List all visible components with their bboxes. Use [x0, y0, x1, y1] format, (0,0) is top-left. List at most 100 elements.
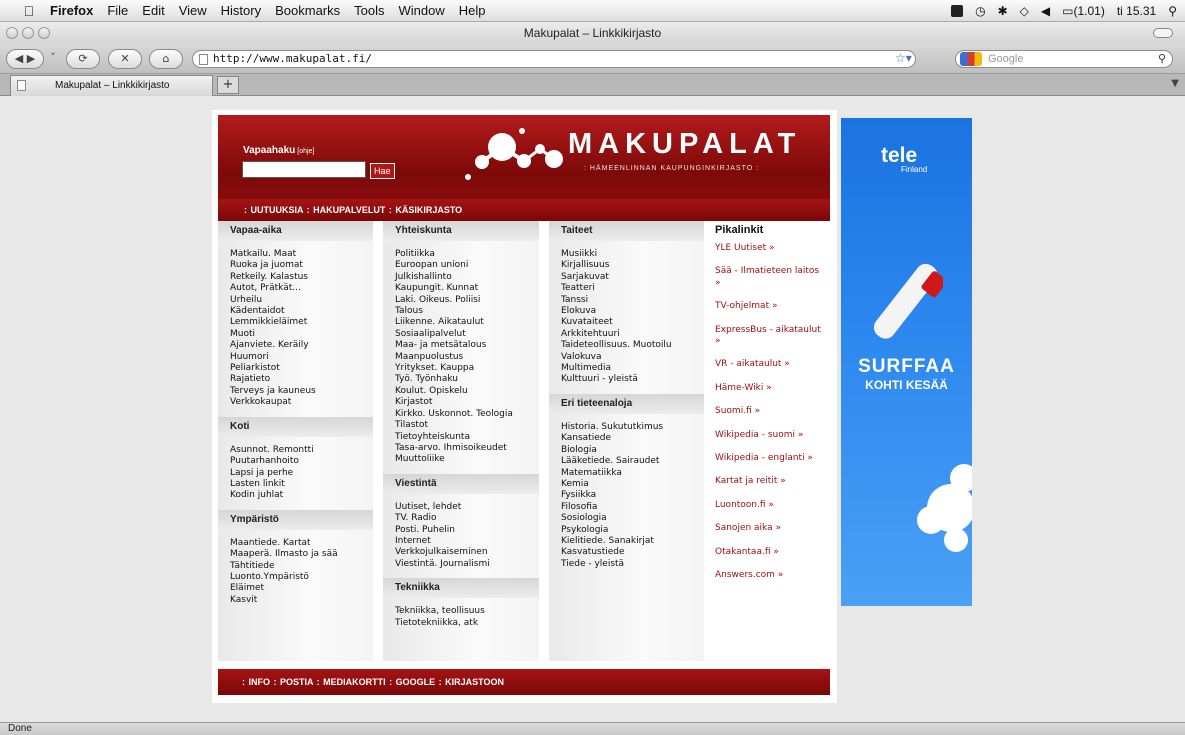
category-link[interactable]: Kädentaidot — [230, 306, 373, 317]
category-link[interactable]: Sarjakuvat — [561, 272, 704, 283]
category-link[interactable]: Tietotekniikka, atk — [395, 618, 539, 629]
category-link[interactable]: Arkkitehtuuri — [561, 329, 704, 340]
menu-window[interactable]: Window — [399, 3, 445, 18]
quick-link[interactable]: Wikipedia - suomi » — [715, 430, 824, 441]
category-link[interactable]: Lasten linkit — [230, 479, 373, 490]
minimize-button[interactable] — [22, 27, 34, 39]
category-link[interactable]: Talous — [395, 306, 539, 317]
category-link[interactable]: TV. Radio — [395, 513, 539, 524]
category-link[interactable]: Kemia — [561, 479, 704, 490]
category-link[interactable]: Laki. Oikeus. Poliisi — [395, 295, 539, 306]
search-field[interactable]: Google ⚲ — [955, 50, 1173, 68]
history-dropdown-icon[interactable]: ˅ — [48, 49, 58, 69]
category-link[interactable]: Verkkokaupat — [230, 397, 373, 408]
tab-list-icon[interactable]: ▼ — [1171, 78, 1179, 89]
quick-link[interactable]: Kartat ja reitit » — [715, 476, 824, 487]
menu-edit[interactable]: Edit — [142, 3, 164, 18]
category-link[interactable]: Valokuva — [561, 352, 704, 363]
category-link[interactable]: Viestintä. Journalismi — [395, 559, 539, 570]
category-link[interactable]: Biologia — [561, 445, 704, 456]
close-button[interactable] — [6, 27, 18, 39]
category-link[interactable]: Politiikka — [395, 249, 539, 260]
bluetooth-icon[interactable]: ✱ — [998, 4, 1008, 18]
category-link[interactable]: Eläimet — [230, 583, 373, 594]
spaces-icon[interactable] — [951, 5, 964, 17]
category-link[interactable]: Kaupungit. Kunnat — [395, 283, 539, 294]
battery-status[interactable]: ▭(1.01) — [1062, 4, 1105, 18]
category-link[interactable]: Terveys ja kauneus — [230, 386, 373, 397]
category-link[interactable]: Matematiikka — [561, 468, 704, 479]
category-link[interactable]: Musiikki — [561, 249, 704, 260]
category-link[interactable]: Tilastot — [395, 420, 539, 431]
search-icon[interactable]: ⚲ — [1158, 51, 1166, 67]
category-link[interactable]: Fysiikka — [561, 490, 704, 501]
category-link[interactable]: Kirjastot — [395, 397, 539, 408]
category-link[interactable]: Retkeily. Kalastus — [230, 272, 373, 283]
category-link[interactable]: Historia. Sukututkimus — [561, 422, 704, 433]
site-logo[interactable]: MAKUPALAT — [568, 128, 801, 161]
category-link[interactable]: Tähtitiede — [230, 561, 373, 572]
bookmark-star-icon[interactable]: ☆▾ — [895, 51, 912, 65]
menu-view[interactable]: View — [179, 3, 207, 18]
category-link[interactable]: Lapsi ja perhe — [230, 468, 373, 479]
category-link[interactable]: Asunnot. Remontti — [230, 445, 373, 456]
category-link[interactable]: Muuttoliike — [395, 454, 539, 465]
stop-icon[interactable]: ✕ — [108, 49, 142, 69]
category-link[interactable]: Urheilu — [230, 295, 373, 306]
category-link[interactable]: Peliarkistot — [230, 363, 373, 374]
category-link[interactable]: Maantiede. Kartat — [230, 538, 373, 549]
category-link[interactable]: Lemmikkieläimet — [230, 317, 373, 328]
category-link[interactable]: Rajatieto — [230, 374, 373, 385]
category-link[interactable]: Sosiaalipalvelut — [395, 329, 539, 340]
quick-link[interactable]: Häme-Wiki » — [715, 383, 824, 394]
menu-bookmarks[interactable]: Bookmarks — [275, 3, 340, 18]
category-link[interactable]: Kulttuuri - yleistä — [561, 374, 704, 385]
category-link[interactable]: Sosiologia — [561, 513, 704, 524]
quick-link[interactable]: Luontoon.fi » — [715, 500, 824, 511]
category-link[interactable]: Koulut. Opiskelu — [395, 386, 539, 397]
category-link[interactable]: Kirjallisuus — [561, 260, 704, 271]
category-link[interactable]: Julkishallinto — [395, 272, 539, 283]
category-link[interactable]: Internet — [395, 536, 539, 547]
category-link[interactable]: Puutarhanhoito — [230, 456, 373, 467]
category-link[interactable]: Lääketiede. Sairaudet — [561, 456, 704, 467]
category-link[interactable]: Kasvit — [230, 595, 373, 606]
menu-app[interactable]: Firefox — [50, 3, 93, 18]
category-link[interactable]: Elokuva — [561, 306, 704, 317]
free-search-input[interactable] — [242, 161, 366, 178]
quick-link[interactable]: VR - aikataulut » — [715, 359, 824, 370]
category-link[interactable]: Kasvatustiede — [561, 547, 704, 558]
new-tab-button[interactable]: + — [217, 76, 239, 94]
menu-help[interactable]: Help — [459, 3, 486, 18]
quick-link[interactable]: Otakantaa.fi » — [715, 547, 824, 558]
zoom-button[interactable] — [38, 27, 50, 39]
back-arrow-icon[interactable]: ◀ — [15, 52, 23, 65]
quick-link[interactable]: ExpressBus - aikataulut » — [715, 325, 824, 348]
menu-tools[interactable]: Tools — [354, 3, 384, 18]
quick-link[interactable]: Sanojen aika » — [715, 523, 824, 534]
help-link[interactable]: [ohje] — [297, 148, 314, 155]
quick-link[interactable]: Sää - Ilmatieteen laitos » — [715, 266, 824, 289]
category-link[interactable]: Multimedia — [561, 363, 704, 374]
category-link[interactable]: Kuvataiteet — [561, 317, 704, 328]
category-link[interactable]: Tanssi — [561, 295, 704, 306]
tab-makupalat[interactable]: Makupalat – Linkkikirjasto — [10, 75, 213, 96]
google-engine-icon[interactable] — [960, 52, 982, 66]
telefinland-ad[interactable]: tele Finland SURFFAA KOHTI KESÄÄ — [841, 118, 972, 606]
clock[interactable]: ti 15.31 — [1117, 4, 1156, 18]
category-link[interactable]: Maa- ja metsätalous — [395, 340, 539, 351]
menu-history[interactable]: History — [221, 3, 261, 18]
wifi-icon[interactable]: ◇ — [1020, 4, 1029, 18]
quick-link[interactable]: Suomi.fi » — [715, 406, 824, 417]
category-link[interactable]: Muoti — [230, 329, 373, 340]
category-link[interactable]: Posti. Puhelin — [395, 525, 539, 536]
category-link[interactable]: Taideteollisuus. Muotoilu — [561, 340, 704, 351]
category-link[interactable]: Matkailu. Maat — [230, 249, 373, 260]
spotlight-icon[interactable]: ⚲ — [1168, 4, 1177, 18]
category-link[interactable]: Yritykset. Kauppa — [395, 363, 539, 374]
category-link[interactable]: Työ. Työnhaku — [395, 374, 539, 385]
category-link[interactable]: Luonto.Ympäristö — [230, 572, 373, 583]
quick-link[interactable]: YLE Uutiset » — [715, 243, 824, 254]
menu-file[interactable]: File — [107, 3, 128, 18]
category-link[interactable]: Teatteri — [561, 283, 704, 294]
